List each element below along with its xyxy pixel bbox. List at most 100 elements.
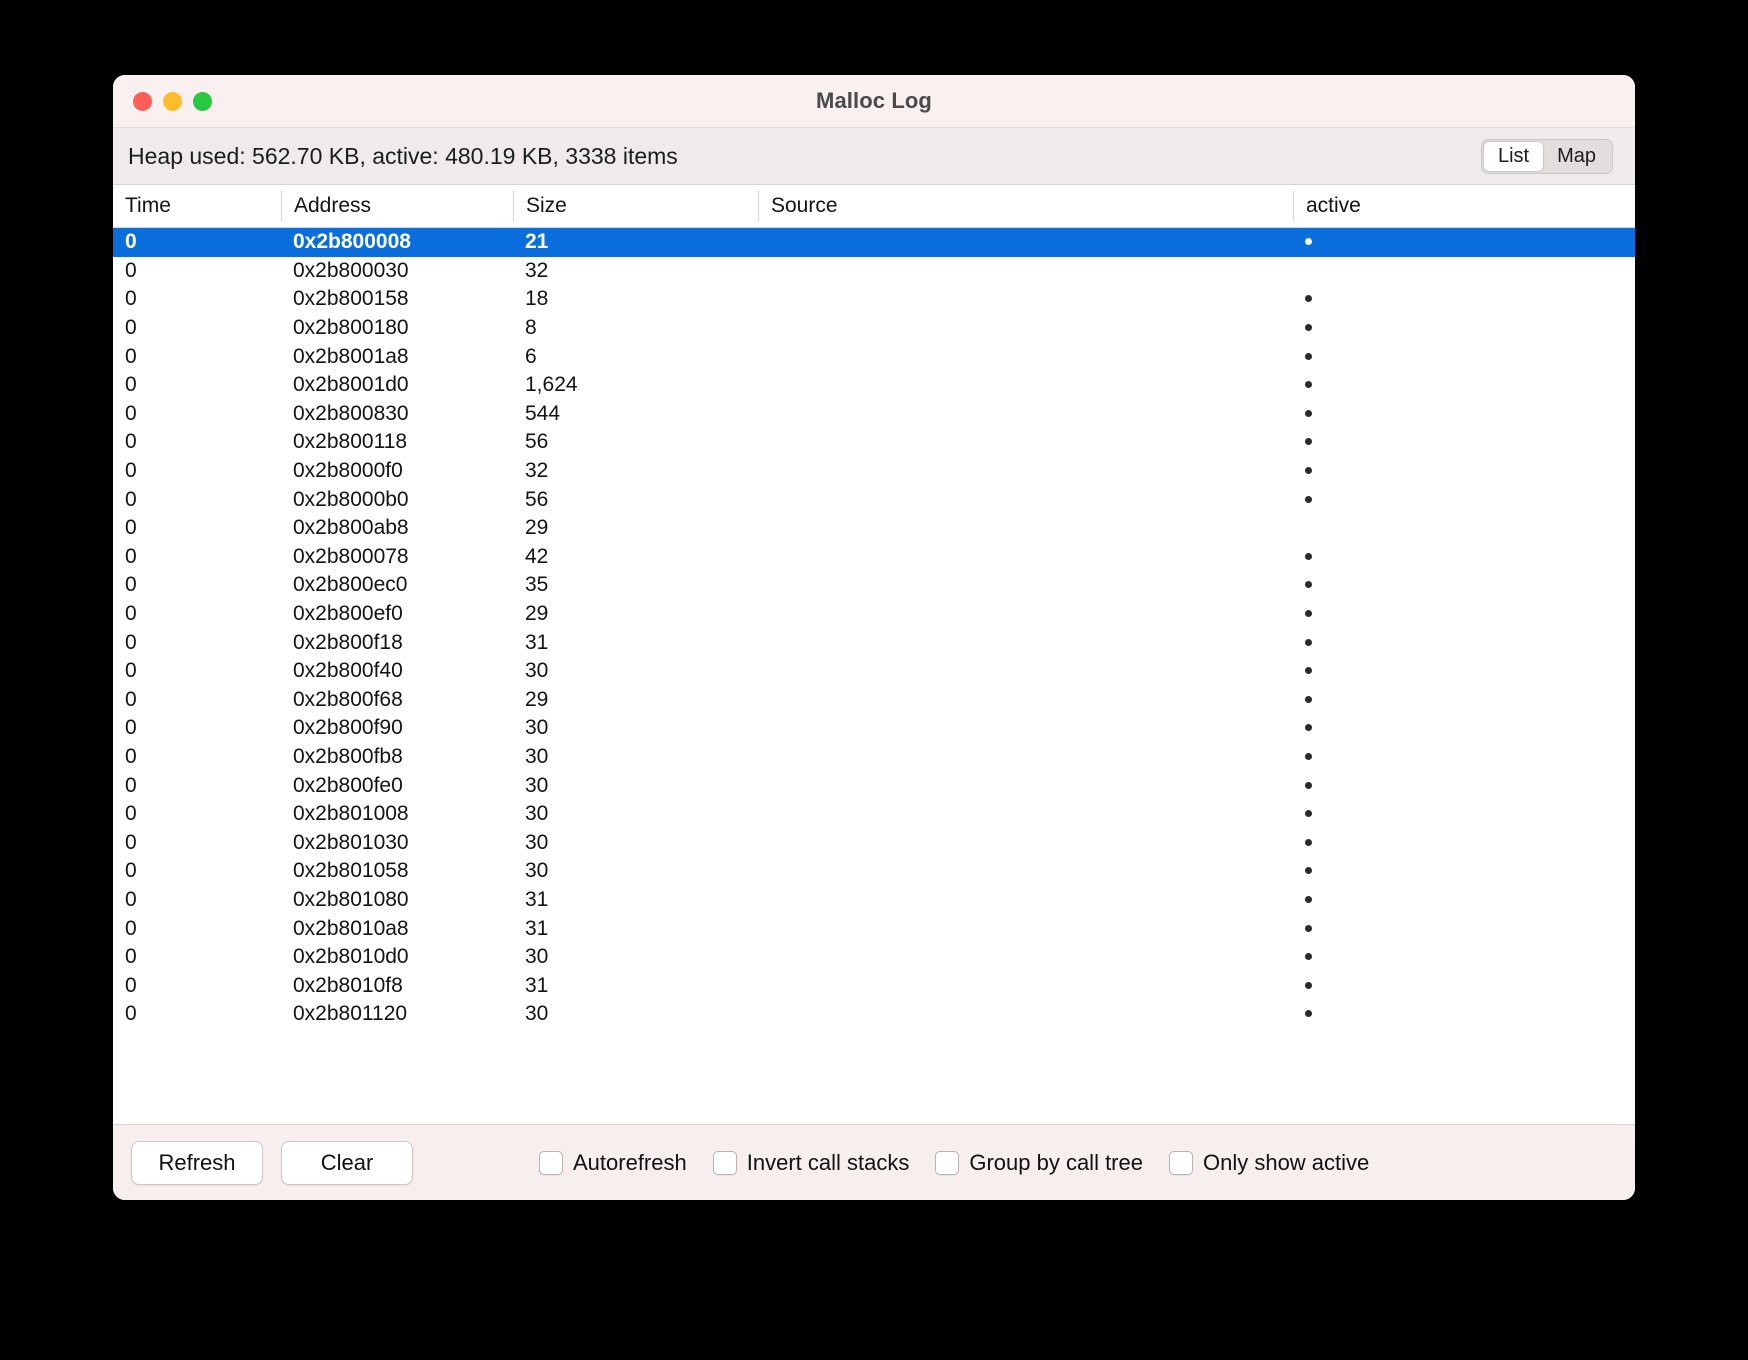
cell-address: 0x2b8001a8 xyxy=(281,345,513,369)
table-row[interactable]: 00x2b8000f032 xyxy=(113,457,1635,486)
table-row[interactable]: 00x2b800fb830 xyxy=(113,743,1635,772)
cell-address: 0x2b800fb8 xyxy=(281,745,513,769)
table-row[interactable]: 00x2b800f1831 xyxy=(113,628,1635,657)
table-row[interactable]: 00x2b8010f831 xyxy=(113,971,1635,1000)
column-header-active[interactable]: active xyxy=(1293,191,1635,221)
cell-address: 0x2b800fe0 xyxy=(281,774,513,798)
cell-address: 0x2b8010f8 xyxy=(281,974,513,998)
checkbox-item[interactable]: Invert call stacks xyxy=(713,1150,910,1176)
cell-size: 29 xyxy=(513,688,758,712)
active-dot-icon xyxy=(1305,982,1312,989)
table-row[interactable]: 00x2b800f9030 xyxy=(113,714,1635,743)
checkbox-invert-call-stacks[interactable] xyxy=(713,1151,737,1175)
view-mode-segmented-control[interactable]: List Map xyxy=(1481,139,1613,174)
checkbox-group-by-call-tree[interactable] xyxy=(935,1151,959,1175)
cell-time: 0 xyxy=(113,774,281,798)
cell-address: 0x2b800f90 xyxy=(281,716,513,740)
table-row[interactable]: 00x2b8001d01,624 xyxy=(113,371,1635,400)
checkbox-item[interactable]: Autorefresh xyxy=(539,1150,687,1176)
cell-time: 0 xyxy=(113,373,281,397)
table-row[interactable]: 00x2b80103030 xyxy=(113,828,1635,857)
table-row[interactable]: 00x2b80112030 xyxy=(113,1000,1635,1029)
checkbox-item[interactable]: Only show active xyxy=(1169,1150,1369,1176)
cell-time: 0 xyxy=(113,259,281,283)
column-header-address[interactable]: Address xyxy=(281,191,513,221)
cell-address: 0x2b800030 xyxy=(281,259,513,283)
checkbox-label: Group by call tree xyxy=(969,1150,1143,1176)
cell-time: 0 xyxy=(113,1002,281,1026)
column-header-size[interactable]: Size xyxy=(513,191,758,221)
cell-size: 56 xyxy=(513,488,758,512)
table-row[interactable]: 00x2b8001808 xyxy=(113,314,1635,343)
cell-active xyxy=(1293,859,1635,883)
cell-time: 0 xyxy=(113,859,281,883)
cell-active xyxy=(1293,1002,1635,1026)
minimize-window-icon[interactable] xyxy=(163,92,182,111)
table-row[interactable]: 00x2b80015818 xyxy=(113,285,1635,314)
cell-size: 31 xyxy=(513,631,758,655)
table-row[interactable]: 00x2b800f4030 xyxy=(113,657,1635,686)
cell-active xyxy=(1293,373,1635,397)
cell-address: 0x2b8000f0 xyxy=(281,459,513,483)
column-header-time[interactable]: Time xyxy=(113,191,281,221)
cell-address: 0x2b8000b0 xyxy=(281,488,513,512)
cell-active xyxy=(1293,888,1635,912)
table-row[interactable]: 00x2b8010a831 xyxy=(113,914,1635,943)
table-row[interactable]: 00x2b80105830 xyxy=(113,857,1635,886)
cell-address: 0x2b800118 xyxy=(281,430,513,454)
cell-address: 0x2b800158 xyxy=(281,287,513,311)
status-toolbar: Heap used: 562.70 KB, active: 480.19 KB,… xyxy=(113,128,1635,185)
cell-size: 8 xyxy=(513,316,758,340)
checkbox-autorefresh[interactable] xyxy=(539,1151,563,1175)
cell-address: 0x2b800f40 xyxy=(281,659,513,683)
cell-time: 0 xyxy=(113,888,281,912)
cell-size: 544 xyxy=(513,402,758,426)
cell-time: 0 xyxy=(113,402,281,426)
column-header-source[interactable]: Source xyxy=(758,191,1293,221)
cell-time: 0 xyxy=(113,716,281,740)
cell-time: 0 xyxy=(113,573,281,597)
close-window-icon[interactable] xyxy=(133,92,152,111)
table-row[interactable]: 00x2b8010d030 xyxy=(113,943,1635,972)
cell-active xyxy=(1293,230,1635,254)
refresh-button[interactable]: Refresh xyxy=(131,1141,263,1185)
table-row[interactable]: 00x2b800fe030 xyxy=(113,771,1635,800)
checkbox-item[interactable]: Group by call tree xyxy=(935,1150,1143,1176)
footer-checkbox-group: Autorefresh Invert call stacks Group by ca… xyxy=(539,1150,1369,1176)
cell-active xyxy=(1293,545,1635,569)
table-body[interactable]: 00x2b8000082100x2b8000303200x2b800158180… xyxy=(113,228,1635,1029)
cell-address: 0x2b800ef0 xyxy=(281,602,513,626)
table-row[interactable]: 00x2b80011856 xyxy=(113,428,1635,457)
active-dot-icon xyxy=(1305,696,1312,703)
table-row[interactable]: 00x2b80007842 xyxy=(113,543,1635,572)
table-row[interactable]: 00x2b80000821 xyxy=(113,228,1635,257)
cell-address: 0x2b801008 xyxy=(281,802,513,826)
cell-active xyxy=(1293,631,1635,655)
active-dot-icon xyxy=(1305,410,1312,417)
table-row[interactable]: 00x2b8001a86 xyxy=(113,342,1635,371)
active-dot-icon xyxy=(1305,953,1312,960)
table-row[interactable]: 00x2b800f6829 xyxy=(113,686,1635,715)
active-dot-icon xyxy=(1305,724,1312,731)
checkbox-only-show-active[interactable] xyxy=(1169,1151,1193,1175)
maximize-window-icon[interactable] xyxy=(193,92,212,111)
table-row[interactable]: 00x2b800ef029 xyxy=(113,600,1635,629)
active-dot-icon xyxy=(1305,610,1312,617)
table-row[interactable]: 00x2b8000b056 xyxy=(113,485,1635,514)
allocations-table[interactable]: Time Address Size Source active 00x2b800… xyxy=(113,185,1635,1124)
cell-address: 0x2b800f68 xyxy=(281,688,513,712)
clear-button[interactable]: Clear xyxy=(281,1141,413,1185)
table-row[interactable]: 00x2b800830544 xyxy=(113,400,1635,429)
table-row[interactable]: 00x2b800ec035 xyxy=(113,571,1635,600)
table-row[interactable]: 00x2b80003032 xyxy=(113,257,1635,286)
segment-map[interactable]: Map xyxy=(1543,142,1610,171)
cell-active xyxy=(1293,459,1635,483)
cell-size: 30 xyxy=(513,659,758,683)
table-row[interactable]: 00x2b800ab829 xyxy=(113,514,1635,543)
checkbox-label: Autorefresh xyxy=(573,1150,687,1176)
table-row[interactable]: 00x2b80108031 xyxy=(113,886,1635,915)
table-row[interactable]: 00x2b80100830 xyxy=(113,800,1635,829)
segment-list[interactable]: List xyxy=(1484,142,1543,171)
cell-size: 30 xyxy=(513,945,758,969)
cell-size: 29 xyxy=(513,516,758,540)
